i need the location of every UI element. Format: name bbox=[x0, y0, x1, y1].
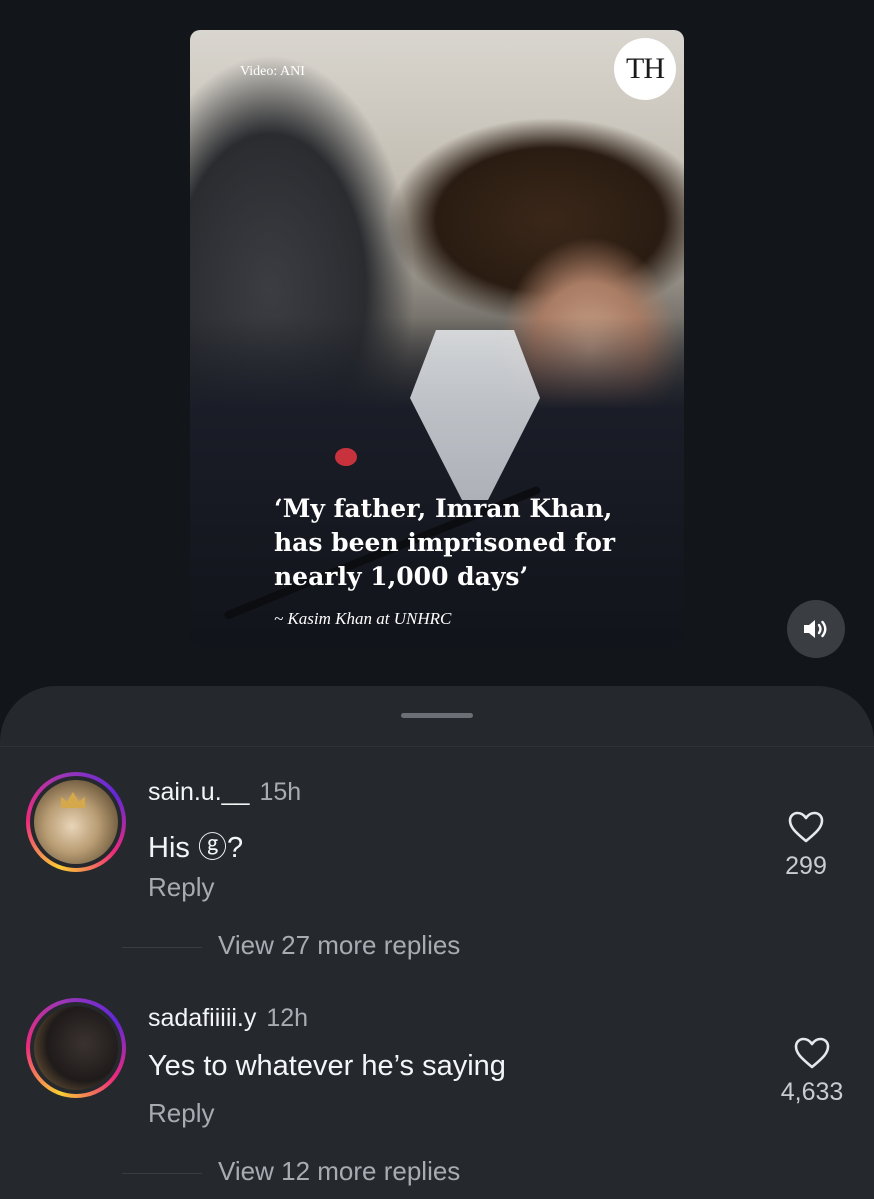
comment-username[interactable]: sadafiiiii.y 12h bbox=[148, 1004, 308, 1033]
comments-sheet: sain.u.__ 15h His ⓖ? Reply 299 View 27 mo… bbox=[0, 686, 874, 1199]
reply-button[interactable]: Reply bbox=[148, 1098, 214, 1129]
speaker-volume-icon bbox=[804, 620, 827, 638]
video-scene-microphone-light bbox=[335, 448, 357, 466]
avatar bbox=[34, 1006, 118, 1090]
comment-text: Yes to whatever he’s saying bbox=[148, 1050, 506, 1082]
reel-video-area[interactable]: Video: ANI TH ‘My father, Imran Khan, ha… bbox=[0, 0, 874, 700]
comment-item: sain.u.__ 15h His ⓖ? Reply 299 bbox=[0, 772, 874, 922]
view-more-replies[interactable]: View 27 more replies bbox=[122, 930, 622, 966]
heart-icon[interactable] bbox=[787, 810, 825, 844]
video-quote: ‘My father, Imran Khan, has been impriso… bbox=[274, 494, 616, 591]
comment-time: 12h bbox=[266, 1004, 309, 1032]
video-player[interactable]: Video: ANI TH ‘My father, Imran Khan, ha… bbox=[190, 30, 684, 647]
avatar-story-ring[interactable] bbox=[26, 772, 126, 872]
heart-icon[interactable] bbox=[793, 1036, 831, 1070]
view-replies-label[interactable]: View 27 more replies bbox=[218, 930, 460, 961]
avatar bbox=[34, 780, 118, 864]
comment-username[interactable]: sain.u.__ 15h bbox=[148, 778, 301, 807]
video-credit: Video: ANI bbox=[240, 64, 305, 79]
sound-toggle-button[interactable] bbox=[787, 600, 845, 658]
comment-time: 15h bbox=[259, 778, 302, 806]
publisher-logo: TH bbox=[614, 38, 676, 100]
view-more-replies[interactable]: View 12 more replies bbox=[122, 1156, 622, 1192]
view-replies-label[interactable]: View 12 more replies bbox=[218, 1156, 460, 1187]
username-text[interactable]: sadafiiiii.y bbox=[148, 1004, 256, 1032]
like-count: 4,633 bbox=[780, 1078, 844, 1106]
replies-divider-line bbox=[122, 947, 202, 948]
crown-icon bbox=[61, 792, 85, 808]
avatar-story-ring[interactable] bbox=[26, 998, 126, 1098]
username-text[interactable]: sain.u.__ bbox=[148, 778, 249, 806]
like-button[interactable]: 4,633 bbox=[772, 1036, 852, 1107]
comment-item: sadafiiiii.y 12h Yes to whatever he’s say… bbox=[0, 998, 874, 1148]
like-count: 299 bbox=[785, 852, 827, 880]
comment-text: His ⓖ? bbox=[148, 832, 244, 864]
sheet-divider bbox=[0, 746, 874, 747]
replies-divider-line bbox=[122, 1173, 202, 1174]
video-attribution: ~ Kasim Khan at UNHRC bbox=[274, 609, 452, 628]
like-button[interactable]: 299 bbox=[766, 810, 846, 881]
sheet-drag-handle[interactable] bbox=[401, 713, 473, 718]
reply-button[interactable]: Reply bbox=[148, 872, 214, 903]
